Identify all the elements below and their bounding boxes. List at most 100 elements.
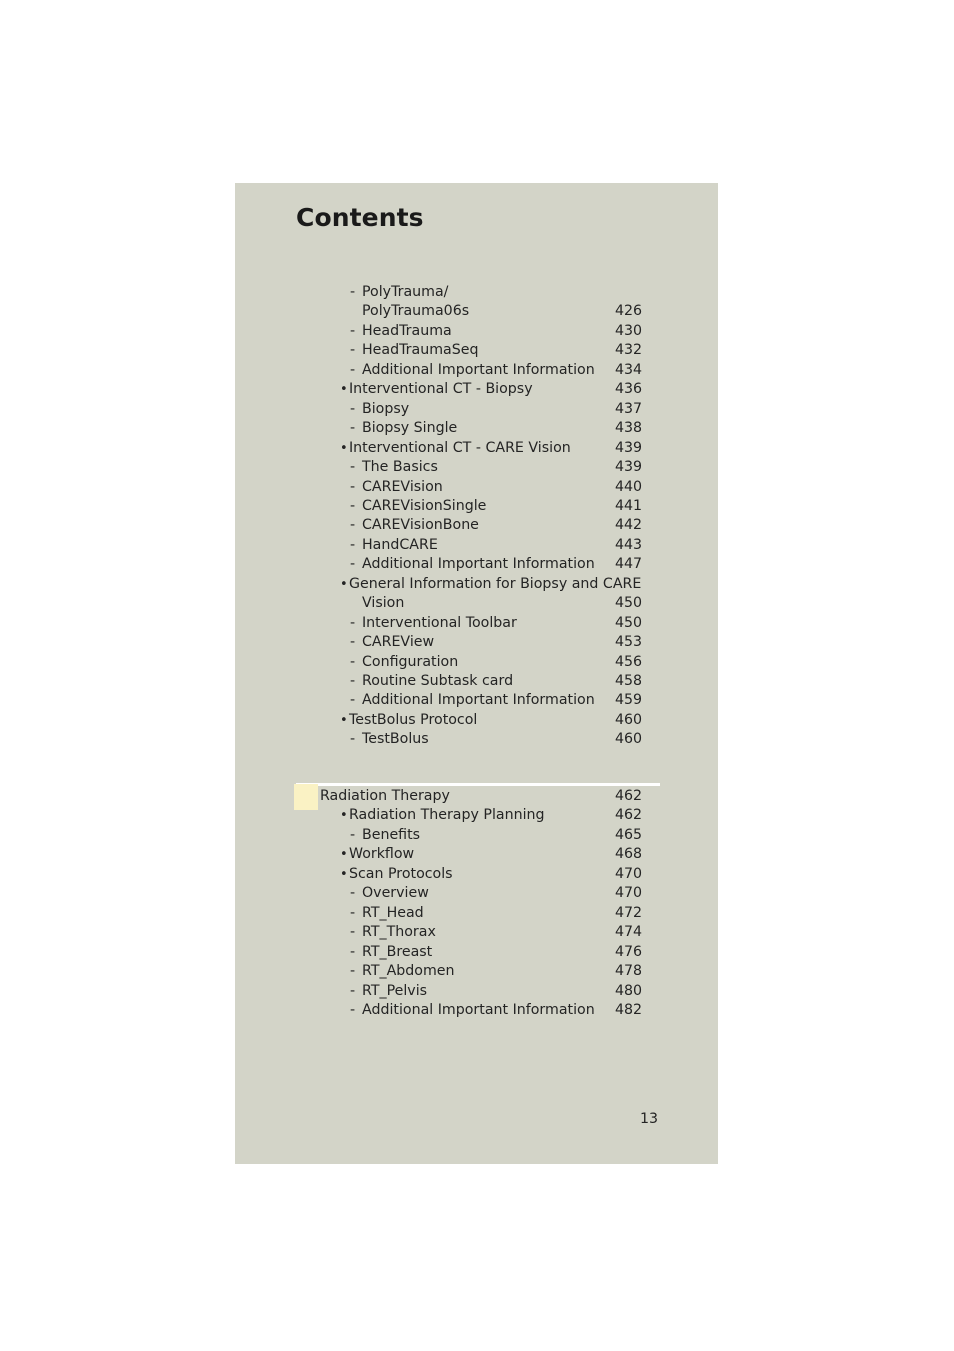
dash-marker: - xyxy=(350,731,356,748)
toc-entry[interactable]: - Interventional Toolbar 450 xyxy=(235,614,718,633)
toc-entry-page-number: 434 xyxy=(615,361,643,378)
toc-entry-label: RT_Pelvis xyxy=(362,982,428,999)
toc-entry-label: Overview xyxy=(362,885,429,902)
toc-entry-label: Radiation Therapy xyxy=(320,788,450,804)
toc-entry-label: General Information for Biopsy and CARE xyxy=(349,575,642,592)
toc-entry[interactable]: • Workflow 468 xyxy=(235,845,718,864)
toc-entry-page-number: 450 xyxy=(615,595,643,612)
dash-marker: - xyxy=(350,497,356,514)
toc-entry[interactable]: - The Basics 439 xyxy=(235,458,718,477)
dash-marker: - xyxy=(350,904,356,921)
toc-entry-page-number: 440 xyxy=(615,478,643,495)
toc-entry[interactable]: - HeadTrauma 430 xyxy=(235,322,718,341)
toc-entry-label: Radiation Therapy Planning xyxy=(349,807,545,824)
toc-entry[interactable]: • Interventional CT - Biopsy 436 xyxy=(235,380,718,399)
toc-entry[interactable]: - HeadTraumaSeq 432 xyxy=(235,341,718,360)
toc-entry-page-number: 482 xyxy=(615,1001,643,1018)
toc-entry[interactable]: • TestBolus Protocol 460 xyxy=(235,711,718,730)
toc-entry[interactable]: - Biopsy 437 xyxy=(235,400,718,419)
toc-entry-label: TestBolus Protocol xyxy=(349,711,478,728)
toc-entry-label: Additional Important Information xyxy=(362,1001,595,1018)
toc-entry-page-number: 476 xyxy=(615,943,643,960)
toc-entry[interactable]: • Radiation Therapy Planning 462 xyxy=(235,806,718,825)
toc-entry-label: Benefits xyxy=(362,826,421,843)
bullet-marker: • xyxy=(340,440,348,456)
toc-entry-page-number: 460 xyxy=(615,731,643,748)
toc-entry[interactable]: - Overview 470 xyxy=(235,884,718,903)
bullet-marker: • xyxy=(340,847,348,863)
toc-entry-label: Interventional Toolbar xyxy=(362,614,517,631)
toc-entry-page-number: 458 xyxy=(615,673,643,689)
toc-entry-page-number: 478 xyxy=(615,963,643,980)
toc-entry-page-number: 426 xyxy=(615,303,643,320)
toc-entry[interactable]: - TestBolus 460 xyxy=(235,730,718,749)
toc-entry[interactable]: - Benefits 465 xyxy=(235,826,718,845)
toc-entry-page-number: 470 xyxy=(615,885,643,902)
toc-entry-label: Vision xyxy=(362,595,405,612)
toc-entry-label: Additional Important Information xyxy=(362,692,595,709)
toc-entry[interactable]: - CAREVision 440 xyxy=(235,478,718,497)
toc-entry-label: RT_Abdomen xyxy=(362,963,455,980)
toc-entry-label: Configuration xyxy=(362,653,459,670)
page-folio: 13 xyxy=(640,1111,659,1127)
toc-entry-page-number: 432 xyxy=(615,342,643,359)
toc-entry[interactable]: - Additional Important Information 434 xyxy=(235,361,718,380)
dash-marker: - xyxy=(350,342,356,359)
toc-entry-page-number: 468 xyxy=(615,846,643,863)
toc-entry-page-number: 453 xyxy=(615,634,643,651)
dash-marker: - xyxy=(350,517,356,534)
toc-entry-label: RT_Head xyxy=(362,904,424,921)
toc-entry[interactable]: - RT_Pelvis 480 xyxy=(235,982,718,1001)
toc-entry-page-number: 462 xyxy=(615,788,643,804)
toc-entry-page-number: 472 xyxy=(615,904,643,921)
toc-entry-label: CAREVisionSingle xyxy=(362,497,487,514)
toc-entry[interactable]: - Additional Important Information 482 xyxy=(235,1001,718,1020)
toc-entry-page-number: 436 xyxy=(615,381,643,398)
dash-marker: - xyxy=(350,963,356,980)
toc-entry-page-number: 456 xyxy=(615,653,643,670)
document-page: Contents - PolyTrauma/PolyTrauma06s 426- He… xyxy=(235,183,718,1164)
toc-entry[interactable]: - RT_Thorax 474 xyxy=(235,923,718,942)
toc-entry[interactable]: - CAREView 453 xyxy=(235,633,718,652)
toc-entry-label: Scan Protocols xyxy=(349,865,453,882)
toc-entry[interactable]: - RT_Head 472 xyxy=(235,904,718,923)
bullet-marker: • xyxy=(340,382,348,398)
toc-entry[interactable]: - RT_Abdomen 478 xyxy=(235,962,718,981)
dash-marker: - xyxy=(350,982,356,999)
toc-entry-page-number: 439 xyxy=(615,439,643,456)
toc-entry[interactable]: - PolyTrauma/ xyxy=(235,283,718,302)
toc-entry-label: Interventional CT - CARE Vision xyxy=(349,439,571,456)
toc-entry[interactable]: - CAREVisionSingle 441 xyxy=(235,497,718,516)
toc-entry[interactable]: - Biopsy Single 438 xyxy=(235,419,718,438)
toc-entry[interactable]: - RT_Breast 476 xyxy=(235,943,718,962)
toc-entry[interactable]: • General Information for Biopsy and CARE xyxy=(235,575,718,594)
toc-entry[interactable]: • Scan Protocols 470 xyxy=(235,865,718,884)
toc-entry-page-number: 459 xyxy=(615,692,643,709)
toc-entry[interactable]: - HandCARE 443 xyxy=(235,536,718,555)
toc-entry-label: CAREView xyxy=(362,634,435,651)
toc-entry[interactable]: - Additional Important Information 447 xyxy=(235,555,718,574)
dash-marker: - xyxy=(350,885,356,902)
toc-entry-page-number: 460 xyxy=(615,711,643,728)
toc-entry-label: PolyTrauma06s xyxy=(362,303,470,320)
toc-entry[interactable]: Radiation Therapy 462 xyxy=(235,787,718,806)
dash-marker: - xyxy=(350,692,356,709)
toc-entry[interactable]: - Configuration 456 xyxy=(235,653,718,672)
bullet-marker: • xyxy=(340,712,348,728)
toc-entry[interactable]: PolyTrauma06s 426 xyxy=(235,302,718,321)
dash-marker: - xyxy=(350,614,356,631)
toc-entry[interactable]: - CAREVisionBone 442 xyxy=(235,516,718,535)
toc-entry-page-number: 430 xyxy=(615,322,643,339)
toc-entry[interactable]: • Interventional CT - CARE Vision 439 xyxy=(235,439,718,458)
dash-marker: - xyxy=(350,556,356,573)
toc-entry-page-number: 439 xyxy=(615,459,643,476)
toc-entry[interactable]: Vision 450 xyxy=(235,594,718,613)
toc-entry-label: Biopsy xyxy=(362,400,410,417)
dash-marker: - xyxy=(350,943,356,960)
toc-entry-label: Additional Important Information xyxy=(362,556,595,573)
toc-entry[interactable]: - Routine Subtask card 458 xyxy=(235,672,718,691)
toc-entry[interactable]: - Additional Important Information 459 xyxy=(235,691,718,710)
toc-entry-page-number: 474 xyxy=(615,924,643,941)
dash-marker: - xyxy=(350,459,356,476)
dash-marker: - xyxy=(350,634,356,651)
